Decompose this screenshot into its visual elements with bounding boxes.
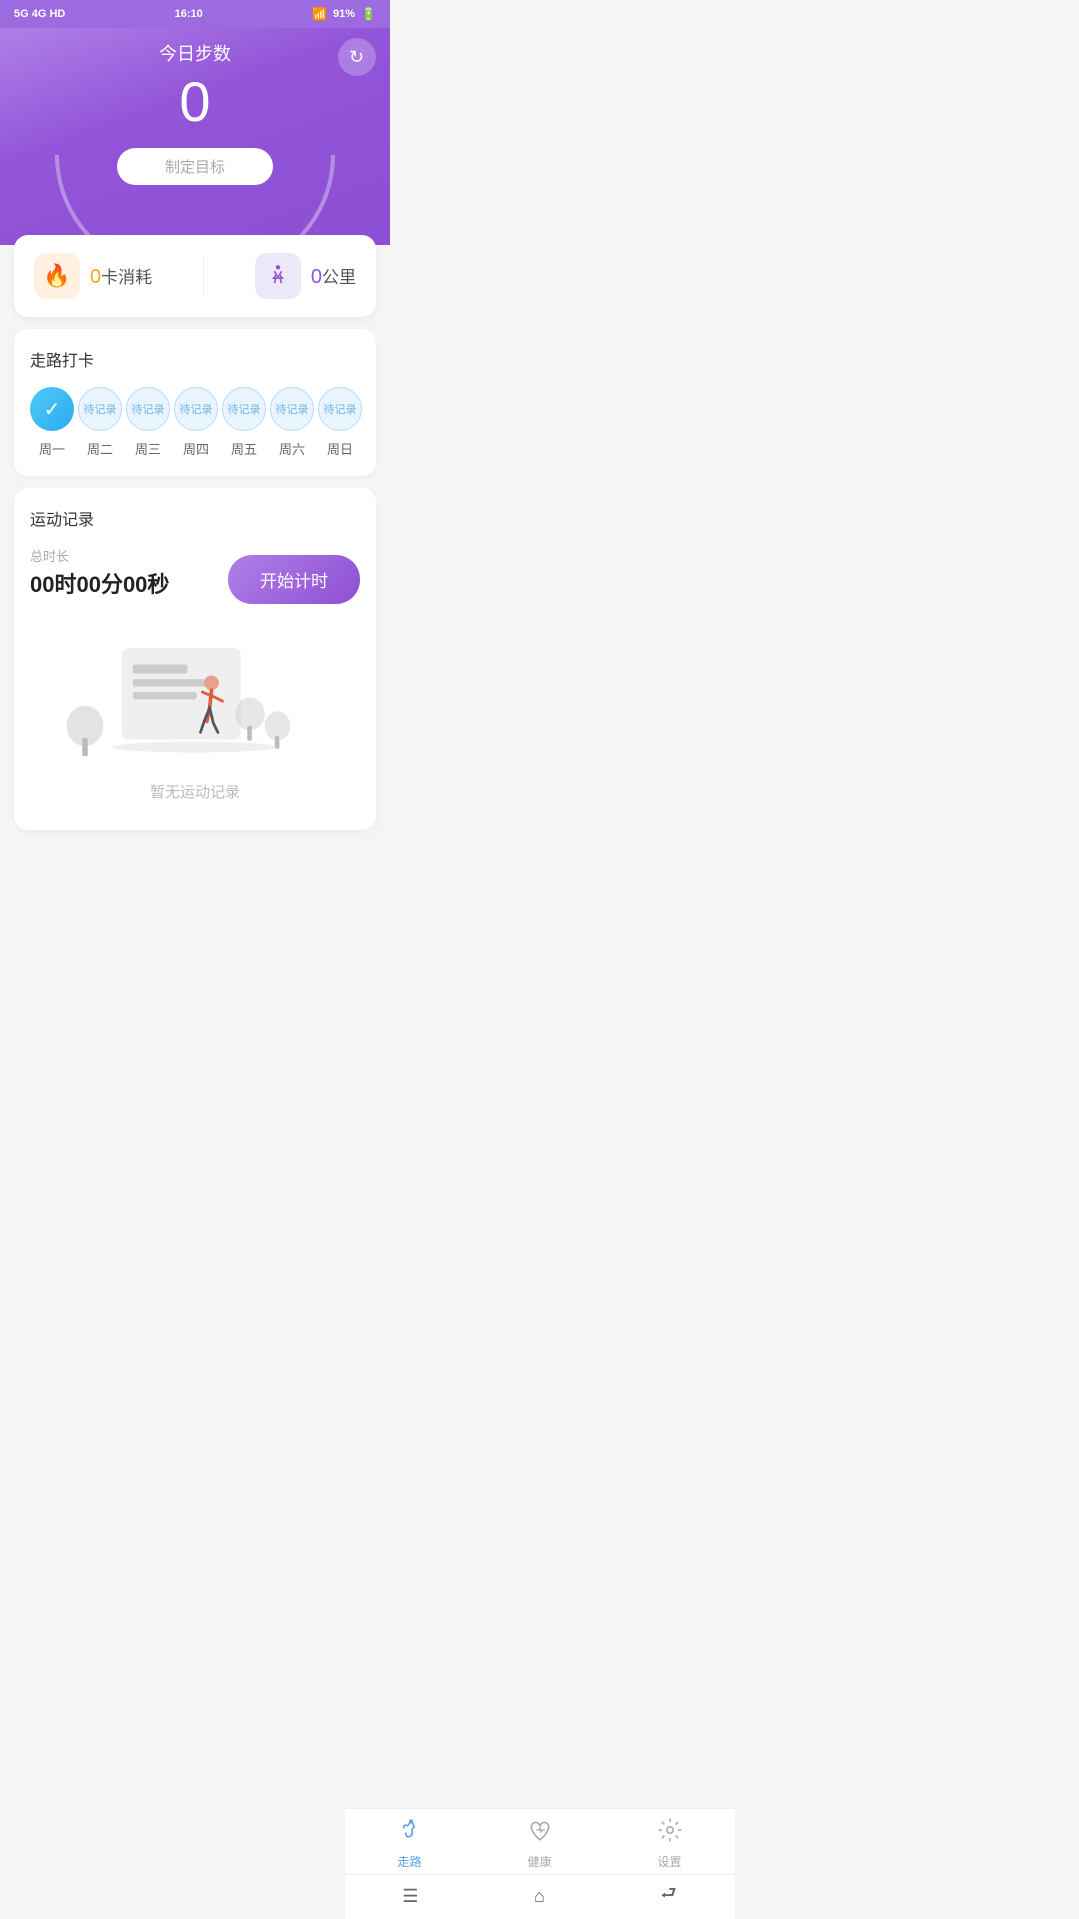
day-saturday-label: 周六: [279, 439, 305, 458]
day-saturday: 待记录 周六: [270, 387, 314, 458]
time-label: 16:10: [175, 8, 203, 20]
fire-icon-box: 🔥: [34, 253, 80, 299]
refresh-icon: ↺: [349, 47, 364, 68]
stat-divider: [203, 256, 204, 296]
walk-tab-icon: [397, 1817, 423, 1849]
status-network: 5G 4G HD: [14, 8, 65, 20]
day-saturday-circle[interactable]: 待记录: [270, 387, 314, 431]
hero-section: ↺ 今日步数 0 制定目标: [0, 28, 390, 245]
calories-stat: 🔥 0卡消耗: [34, 253, 152, 299]
day-friday: 待记录 周五: [222, 387, 266, 458]
start-timer-button[interactable]: 开始计时: [228, 555, 360, 604]
duration-label: 总时长: [30, 546, 169, 565]
status-indicators: 📶 91% 🔋: [312, 7, 376, 21]
day-monday: ✓ 周一: [30, 387, 74, 458]
day-tuesday-circle[interactable]: 待记录: [78, 387, 122, 431]
distance-value: 0: [311, 266, 322, 288]
hero-title: 今日步数: [20, 40, 370, 66]
day-sunday: 待记录 周日: [318, 387, 362, 458]
empty-label: 暂无运动记录: [30, 781, 360, 802]
battery-icon: 🔋: [361, 7, 376, 21]
exercise-meta: 总时长 00时00分00秒: [30, 546, 169, 599]
hamburger-icon[interactable]: ☰: [402, 1886, 418, 1907]
back-icon[interactable]: ⮐: [661, 1881, 677, 1911]
wifi-icon: 📶: [312, 7, 327, 21]
exercise-section: 运动记录 总时长 00时00分00秒 开始计时: [14, 488, 376, 830]
day-sunday-circle[interactable]: 待记录: [318, 387, 362, 431]
walk-tab-label: 走路: [397, 1853, 421, 1870]
nav-tab-health[interactable]: 健康: [475, 1817, 605, 1870]
nav-tabs: 走路 健康 设置: [345, 1809, 735, 1874]
stats-card: 🔥 0卡消耗 0公里: [14, 235, 376, 317]
exercise-row: 总时长 00时00分00秒 开始计时: [30, 546, 360, 613]
day-tuesday-label: 周二: [87, 439, 113, 458]
distance-unit: 公里: [322, 268, 356, 287]
network-label: 5G 4G HD: [14, 8, 65, 20]
empty-illustration: [30, 633, 360, 773]
day-wednesday-label: 周三: [135, 439, 161, 458]
empty-svg-illustration: [30, 633, 360, 773]
refresh-button[interactable]: ↺: [338, 38, 376, 76]
home-icon[interactable]: ⌂: [534, 1886, 545, 1907]
distance-stat: 0公里: [255, 253, 356, 299]
day-monday-label: 周一: [39, 439, 65, 458]
fire-icon: 🔥: [43, 263, 70, 289]
week-grid: ✓ 周一 待记录 周二 待记录 周三 待记录 周四 待记录 周五 待记录 周六: [30, 387, 360, 458]
calories-value: 0: [90, 266, 101, 288]
duration-value: 00时00分00秒: [30, 567, 169, 599]
day-tuesday: 待记录 周二: [78, 387, 122, 458]
checkin-section: 走路打卡 ✓ 周一 待记录 周二 待记录 周三 待记录 周四 待记录 周五 待记…: [14, 329, 376, 476]
bottom-navigation: 走路 健康 设置 ☰ ⌂ ⮐: [345, 1808, 735, 1919]
system-nav-bar: ☰ ⌂ ⮐: [345, 1874, 735, 1919]
nav-tab-walk[interactable]: 走路: [345, 1817, 475, 1870]
calories-unit: 卡消耗: [101, 268, 152, 287]
day-wednesday: 待记录 周三: [126, 387, 170, 458]
health-tab-icon: [527, 1817, 553, 1849]
walk-icon: [265, 263, 291, 289]
day-thursday-label: 周四: [183, 439, 209, 458]
day-sunday-label: 周日: [327, 439, 353, 458]
settings-tab-icon: [657, 1817, 683, 1849]
status-bar: 5G 4G HD 16:10 📶 91% 🔋: [0, 0, 390, 28]
exercise-title: 运动记录: [30, 506, 360, 530]
nav-tab-settings[interactable]: 设置: [605, 1817, 735, 1870]
day-thursday-circle[interactable]: 待记录: [174, 387, 218, 431]
checkin-title: 走路打卡: [30, 347, 360, 371]
settings-tab-label: 设置: [657, 1853, 681, 1870]
day-friday-label: 周五: [231, 439, 257, 458]
walk-icon-box: [255, 253, 301, 299]
distance-text: 0公里: [311, 263, 356, 289]
empty-state: 暂无运动记录: [30, 613, 360, 812]
calories-text: 0卡消耗: [90, 263, 152, 289]
steps-count: 0: [20, 74, 370, 130]
day-friday-circle[interactable]: 待记录: [222, 387, 266, 431]
health-tab-label: 健康: [527, 1853, 551, 1870]
day-wednesday-circle[interactable]: 待记录: [126, 387, 170, 431]
day-thursday: 待记录 周四: [174, 387, 218, 458]
day-monday-circle[interactable]: ✓: [30, 387, 74, 431]
battery-label: 91%: [333, 8, 355, 20]
status-time: 16:10: [175, 8, 203, 20]
